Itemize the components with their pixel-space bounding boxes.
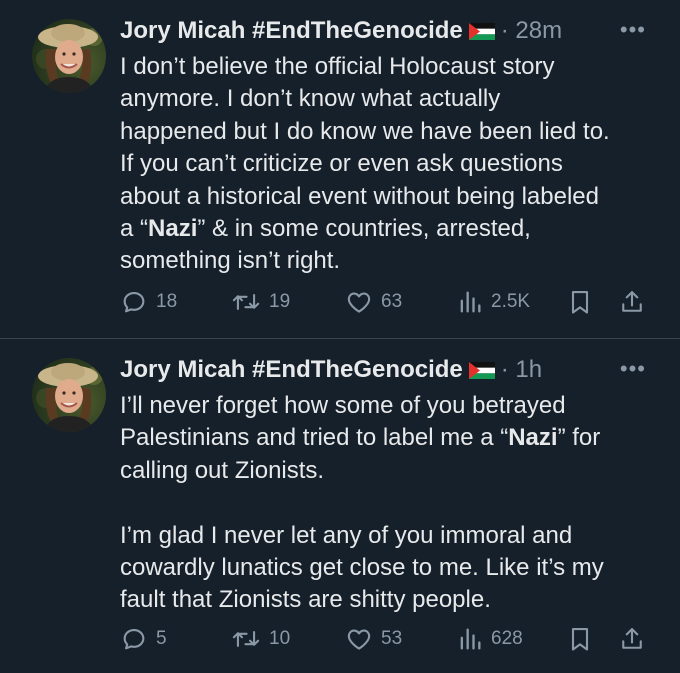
tweet-text-segment: I don’t believe the official Holocaust s… bbox=[120, 53, 555, 80]
bookmark-button[interactable] bbox=[568, 286, 592, 318]
repost-icon bbox=[232, 294, 260, 310]
tweet-text: I don’t believe the official Holocaust s… bbox=[120, 51, 660, 278]
share-button[interactable] bbox=[619, 623, 645, 655]
tweet-text-segment: cowardly lunatics get close to me. Like … bbox=[120, 554, 604, 582]
reply-button[interactable]: 18 bbox=[120, 286, 177, 318]
avatar[interactable] bbox=[32, 19, 106, 93]
tweet-text-line: I’ll never forget how some of you betray… bbox=[120, 390, 660, 422]
like-button[interactable]: 63 bbox=[345, 286, 402, 318]
tweet-text-segment: ” & in some countries, arrested, bbox=[197, 215, 531, 243]
views-icon bbox=[460, 291, 481, 313]
tweet-text-bold: Nazi bbox=[148, 215, 198, 243]
heart-icon bbox=[347, 629, 371, 650]
share-icon bbox=[622, 628, 642, 649]
tweet-text-line: fault that Zionists are shitty people. bbox=[120, 584, 660, 616]
tweet-text-segment: I’m glad I never let any of you immoral … bbox=[120, 521, 573, 549]
like-count: 63 bbox=[381, 291, 403, 312]
repost-button[interactable]: 10 bbox=[231, 623, 290, 655]
heart-icon bbox=[347, 292, 371, 313]
tweet-text-line: calling out Zionists. bbox=[120, 455, 660, 487]
tweet-text-line: about a historical event without being l… bbox=[120, 181, 660, 213]
views-button[interactable]: 628 bbox=[457, 623, 523, 655]
palestine-flag-icon bbox=[468, 361, 495, 379]
bookmark-icon bbox=[571, 291, 589, 314]
tweet-text-line: anymore. I don’t know what actually bbox=[120, 83, 660, 115]
views-count: 628 bbox=[491, 628, 523, 649]
timestamp[interactable]: · 28m bbox=[501, 17, 562, 45]
tweet-text-line: a “Nazi” & in some countries, arrested, bbox=[120, 213, 660, 245]
tweet-text-segment: Palestinians and tried to label me a “ bbox=[120, 424, 509, 452]
repost-count: 10 bbox=[269, 628, 291, 649]
views-icon bbox=[460, 628, 481, 650]
tweet-text-segment: ” for bbox=[557, 424, 601, 452]
palestine-flag-icon bbox=[468, 22, 495, 40]
reply-button[interactable]: 5 bbox=[120, 623, 167, 655]
views-button[interactable]: 2.5K bbox=[457, 286, 530, 318]
share-icon bbox=[622, 291, 642, 312]
tweet-text-line: If you can’t criticize or even ask quest… bbox=[120, 148, 660, 180]
tweet[interactable]: Jory Micah #EndTheGenocide · 28m ••• I d… bbox=[0, 0, 680, 338]
tweet-header: Jory Micah #EndTheGenocide · 1h bbox=[120, 353, 542, 387]
reply-count: 18 bbox=[156, 291, 178, 312]
tweet-text-segment: I’ll never forget how some of you betray… bbox=[120, 392, 566, 419]
bookmark-button[interactable] bbox=[568, 623, 592, 655]
tweet-text-segment: If you can’t criticize or even ask quest… bbox=[120, 150, 563, 178]
tweet-text-segment: happened but I do know we have been lied… bbox=[120, 117, 610, 145]
reply-count: 5 bbox=[156, 628, 167, 649]
author-name[interactable]: Jory Micah #EndTheGenocide bbox=[120, 17, 463, 45]
views-count: 2.5K bbox=[491, 291, 531, 312]
repost-count: 19 bbox=[269, 291, 291, 312]
tweet-text-segment: a “ bbox=[120, 215, 149, 243]
tweet-text-segment: calling out Zionists. bbox=[120, 456, 325, 484]
tweet-text-line: I’m glad I never let any of you immoral … bbox=[120, 520, 660, 552]
avatar[interactable] bbox=[32, 358, 106, 432]
tweet-header: Jory Micah #EndTheGenocide · 28m bbox=[120, 14, 562, 48]
bookmark-icon bbox=[571, 628, 589, 651]
action-bar: 18 19 63 2.5K bbox=[120, 286, 650, 318]
action-bar: 5 10 53 628 bbox=[120, 623, 650, 655]
reply-icon bbox=[123, 628, 145, 650]
tweet-text-line: something isn’t right. bbox=[120, 245, 660, 277]
tweet-text-line: I don’t believe the official Holocaust s… bbox=[120, 51, 660, 83]
tweet-text-segment: something isn’t right. bbox=[120, 247, 341, 275]
timestamp[interactable]: · 1h bbox=[501, 356, 542, 384]
tweet-text-line: cowardly lunatics get close to me. Like … bbox=[120, 552, 660, 584]
tweet-text-segment: about a historical event without being l… bbox=[120, 182, 599, 210]
tweet[interactable]: Jory Micah #EndTheGenocide · 1h ••• I’ll… bbox=[0, 339, 680, 673]
author-name[interactable]: Jory Micah #EndTheGenocide bbox=[120, 356, 463, 384]
tweet-text-line: happened but I do know we have been lied… bbox=[120, 116, 660, 148]
repost-icon bbox=[232, 631, 260, 647]
like-button[interactable]: 53 bbox=[345, 623, 402, 655]
tweet-text-line: Palestinians and tried to label me a “Na… bbox=[120, 422, 660, 454]
tweet-text-blank-line bbox=[120, 487, 660, 519]
tweet-text-bold: Nazi bbox=[508, 424, 558, 452]
more-options-icon[interactable]: ••• bbox=[620, 358, 646, 380]
like-count: 53 bbox=[381, 628, 403, 649]
share-button[interactable] bbox=[619, 286, 645, 318]
tweet-text: I’ll never forget how some of you betray… bbox=[120, 390, 660, 617]
reply-icon bbox=[123, 291, 145, 313]
repost-button[interactable]: 19 bbox=[231, 286, 290, 318]
tweet-text-segment: anymore. I don’t know what actually bbox=[120, 85, 501, 113]
more-options-icon[interactable]: ••• bbox=[620, 19, 646, 41]
timeline: Jory Micah #EndTheGenocide · 28m ••• I d… bbox=[0, 0, 680, 673]
tweet-text-segment: fault that Zionists are shitty people. bbox=[120, 586, 491, 614]
